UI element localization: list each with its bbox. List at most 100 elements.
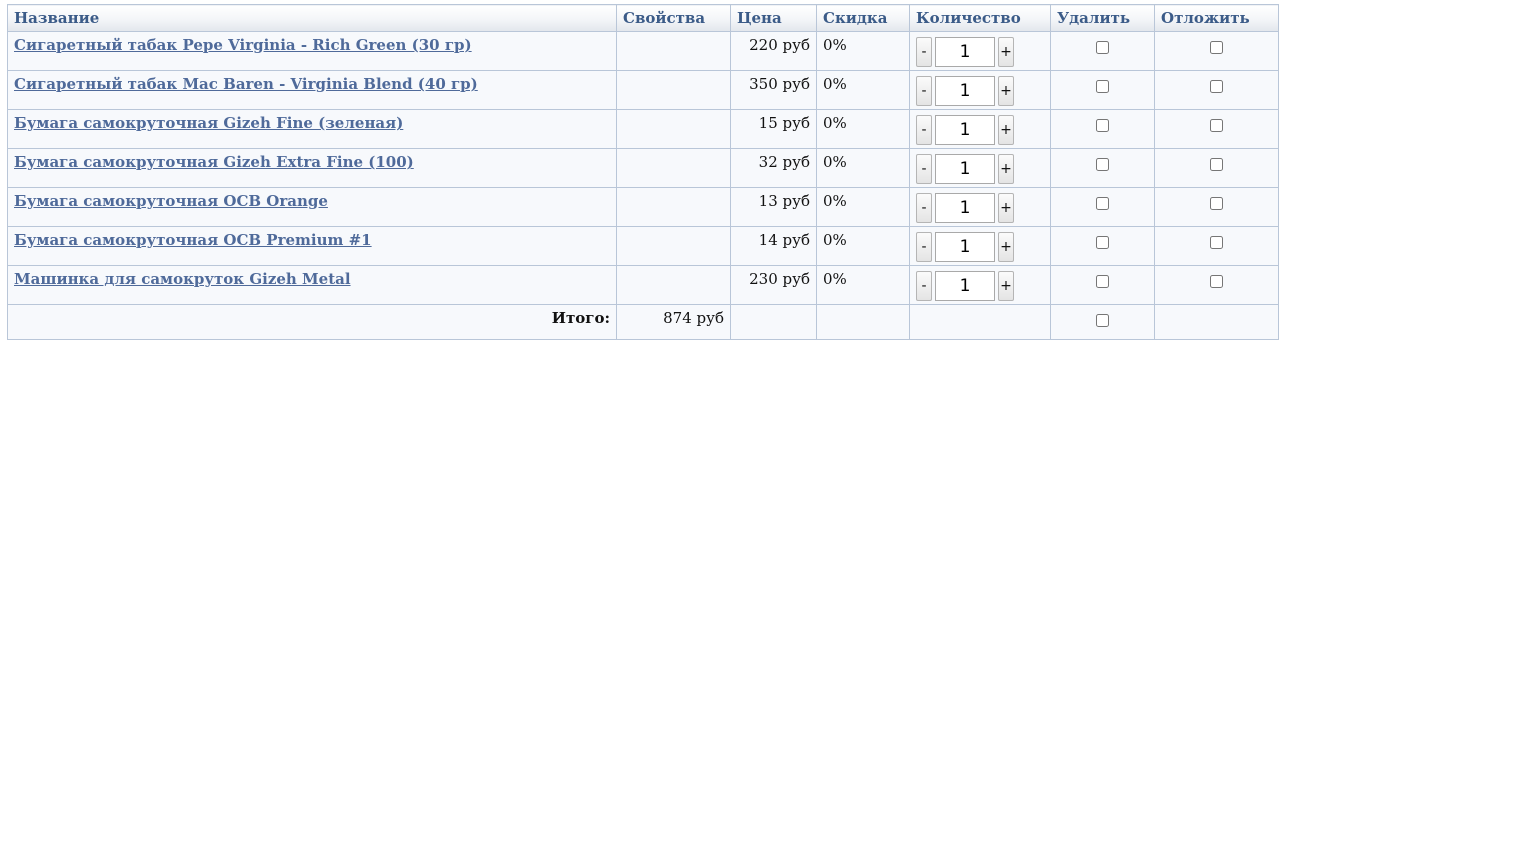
item-qty-cell: - + [909, 265, 1051, 305]
header-props: Свойства [616, 4, 731, 32]
delay-checkbox[interactable] [1210, 119, 1223, 132]
qty-plus-button[interactable]: + [998, 232, 1014, 262]
table-row: Сигаретный табак Pepe Virginia - Rich Gr… [7, 31, 1279, 71]
delete-cell [1050, 109, 1155, 149]
qty-input[interactable] [935, 115, 995, 145]
header-discount: Скидка [816, 4, 910, 32]
qty-minus-button[interactable]: - [916, 232, 932, 262]
item-link[interactable]: Сигаретный табак Pepe Virginia - Rich Gr… [14, 36, 472, 54]
qty-input[interactable] [935, 37, 995, 67]
item-props-cell [616, 148, 731, 188]
header-delay: Отложить [1154, 4, 1279, 32]
delay-cell [1154, 70, 1279, 110]
item-qty-cell: - + [909, 109, 1051, 149]
delete-checkbox[interactable] [1096, 197, 1109, 210]
qty-plus-button[interactable]: + [998, 37, 1014, 67]
delete-checkbox[interactable] [1096, 158, 1109, 171]
delay-cell [1154, 226, 1279, 266]
qty-minus-button[interactable]: - [916, 271, 932, 301]
delete-checkbox[interactable] [1096, 41, 1109, 54]
item-name-cell: Сигаретный табак Mac Baren - Virginia Bl… [7, 70, 617, 110]
delete-cell [1050, 265, 1155, 305]
item-discount: 0% [816, 148, 910, 188]
table-row: Сигаретный табак Mac Baren - Virginia Bl… [7, 70, 1279, 110]
delay-cell [1154, 187, 1279, 227]
cart-container: Название Свойства Цена Скидка Количество… [7, 4, 1279, 340]
item-link[interactable]: Бумага самокруточная OCB Orange [14, 192, 328, 210]
quantity-stepper: - + [916, 153, 1044, 185]
item-link[interactable]: Машинка для самокруток Gizeh Metal [14, 270, 351, 288]
qty-input[interactable] [935, 232, 995, 262]
item-props-cell [616, 109, 731, 149]
total-empty-cell [730, 304, 817, 340]
item-discount: 0% [816, 70, 910, 110]
item-price: 14 руб [730, 226, 817, 266]
header-price: Цена [730, 4, 817, 32]
header-name: Название [7, 4, 617, 32]
item-discount: 0% [816, 187, 910, 227]
qty-minus-button[interactable]: - [916, 115, 932, 145]
quantity-stepper: - + [916, 114, 1044, 146]
total-row: Итого: 874 руб [7, 304, 1279, 340]
delay-checkbox[interactable] [1210, 158, 1223, 171]
delay-cell [1154, 265, 1279, 305]
item-name-cell: Бумага самокруточная OCB Orange [7, 187, 617, 227]
delay-checkbox[interactable] [1210, 275, 1223, 288]
item-props-cell [616, 70, 731, 110]
item-link[interactable]: Бумага самокруточная Gizeh Extra Fine (1… [14, 153, 414, 171]
total-value: 874 руб [616, 304, 731, 340]
total-empty-cell [1154, 304, 1279, 340]
quantity-stepper: - + [916, 192, 1044, 224]
item-price: 350 руб [730, 70, 817, 110]
item-qty-cell: - + [909, 70, 1051, 110]
qty-minus-button[interactable]: - [916, 193, 932, 223]
delay-checkbox[interactable] [1210, 236, 1223, 249]
header-delete: Удалить [1050, 4, 1155, 32]
delay-checkbox[interactable] [1210, 197, 1223, 210]
delete-cell [1050, 31, 1155, 71]
delete-cell [1050, 148, 1155, 188]
item-props-cell [616, 31, 731, 71]
item-price: 230 руб [730, 265, 817, 305]
delay-checkbox[interactable] [1210, 80, 1223, 93]
delay-checkbox[interactable] [1210, 41, 1223, 54]
table-row: Бумага самокруточная Gizeh Fine (зеленая… [7, 109, 1279, 149]
item-name-cell: Бумага самокруточная Gizeh Fine (зеленая… [7, 109, 617, 149]
delete-all-checkbox[interactable] [1096, 314, 1109, 327]
table-row: Бумага самокруточная Gizeh Extra Fine (1… [7, 148, 1279, 188]
qty-input[interactable] [935, 154, 995, 184]
item-price: 13 руб [730, 187, 817, 227]
item-link[interactable]: Бумага самокруточная Gizeh Fine (зеленая… [14, 114, 403, 132]
qty-minus-button[interactable]: - [916, 154, 932, 184]
delete-checkbox[interactable] [1096, 236, 1109, 249]
delete-cell [1050, 187, 1155, 227]
total-empty-cell [816, 304, 910, 340]
qty-input[interactable] [935, 76, 995, 106]
qty-plus-button[interactable]: + [998, 115, 1014, 145]
item-link[interactable]: Сигаретный табак Mac Baren - Virginia Bl… [14, 75, 478, 93]
qty-plus-button[interactable]: + [998, 76, 1014, 106]
qty-plus-button[interactable]: + [998, 271, 1014, 301]
delete-checkbox[interactable] [1096, 275, 1109, 288]
item-discount: 0% [816, 109, 910, 149]
qty-plus-button[interactable]: + [998, 193, 1014, 223]
delete-cell [1050, 226, 1155, 266]
quantity-stepper: - + [916, 270, 1044, 302]
table-row: Машинка для самокруток Gizeh Metal 230 р… [7, 265, 1279, 305]
qty-plus-button[interactable]: + [998, 154, 1014, 184]
quantity-stepper: - + [916, 36, 1044, 68]
item-discount: 0% [816, 31, 910, 71]
qty-minus-button[interactable]: - [916, 37, 932, 67]
item-name-cell: Бумага самокруточная OCB Premium #1 [7, 226, 617, 266]
delete-checkbox[interactable] [1096, 80, 1109, 93]
item-price: 32 руб [730, 148, 817, 188]
item-link[interactable]: Бумага самокруточная OCB Premium #1 [14, 231, 372, 249]
qty-minus-button[interactable]: - [916, 76, 932, 106]
qty-input[interactable] [935, 271, 995, 301]
table-row: Бумага самокруточная OCB Premium #1 14 р… [7, 226, 1279, 266]
qty-input[interactable] [935, 193, 995, 223]
table-row: Бумага самокруточная OCB Orange 13 руб 0… [7, 187, 1279, 227]
total-empty-cell [909, 304, 1051, 340]
delete-checkbox[interactable] [1096, 119, 1109, 132]
delete-all-cell [1050, 304, 1155, 340]
